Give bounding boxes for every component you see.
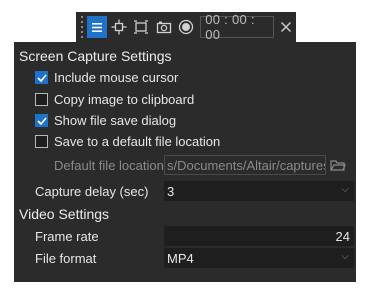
frame-rate-label: Frame rate [35, 229, 99, 244]
option-label: Save to a default file location [54, 134, 221, 149]
camera-button[interactable] [154, 16, 174, 38]
checkbox[interactable] [35, 135, 48, 148]
capture-delay-value: 3 [167, 183, 175, 199]
checkmark-icon [36, 116, 47, 125]
file-format-select[interactable]: MP4 ⌵ [164, 248, 354, 268]
checkmark-icon [36, 73, 47, 82]
menu-button[interactable] [86, 16, 107, 38]
drag-handle[interactable] [79, 16, 85, 38]
crosshair-icon [111, 19, 127, 35]
default-location-label: Default file location [54, 158, 164, 173]
option-label: Show file save dialog [54, 113, 177, 128]
video-settings-title: Video Settings [19, 206, 110, 222]
record-button[interactable] [176, 16, 196, 38]
frame-rate-input[interactable]: 24 [164, 226, 354, 246]
option-label: Include mouse cursor [54, 70, 179, 85]
option-label: Copy image to clipboard [54, 92, 195, 107]
capture-delay-label: Capture delay (sec) [35, 184, 149, 199]
close-button[interactable] [276, 16, 296, 38]
close-icon [280, 21, 291, 33]
chevron-down-icon: ⌵ [341, 251, 349, 262]
region-icon [134, 20, 149, 34]
camera-icon [156, 21, 171, 34]
option-include-mouse-cursor[interactable]: Include mouse cursor [35, 70, 178, 85]
checkbox[interactable] [35, 71, 48, 84]
option-save-to-default-location[interactable]: Save to a default file location [35, 134, 220, 149]
screen-capture-title: Screen Capture Settings [19, 48, 172, 64]
menu-icon [91, 22, 102, 32]
checkbox[interactable] [35, 93, 48, 106]
timer-display: 00 : 00 : 00 [200, 12, 274, 42]
region-button[interactable] [131, 16, 151, 38]
file-format-label: File format [35, 251, 97, 266]
folder-icon[interactable] [330, 158, 346, 172]
capture-delay-select[interactable]: 3 ⌵ [164, 181, 354, 201]
crosshair-button[interactable] [109, 16, 129, 38]
option-copy-image-to-clipboard[interactable]: Copy image to clipboard [35, 92, 194, 107]
option-show-file-save-dialog[interactable]: Show file save dialog [35, 113, 176, 128]
default-location-field: s/Documents/Altair/captures [164, 155, 326, 175]
record-icon [178, 19, 194, 35]
file-format-value: MP4 [167, 250, 194, 266]
settings-panel: Screen Capture Settings Include mouse cu… [14, 42, 356, 282]
capture-toolbar: 00 : 00 : 00 [76, 12, 296, 42]
chevron-down-icon: ⌵ [341, 184, 349, 195]
checkbox[interactable] [35, 114, 48, 127]
